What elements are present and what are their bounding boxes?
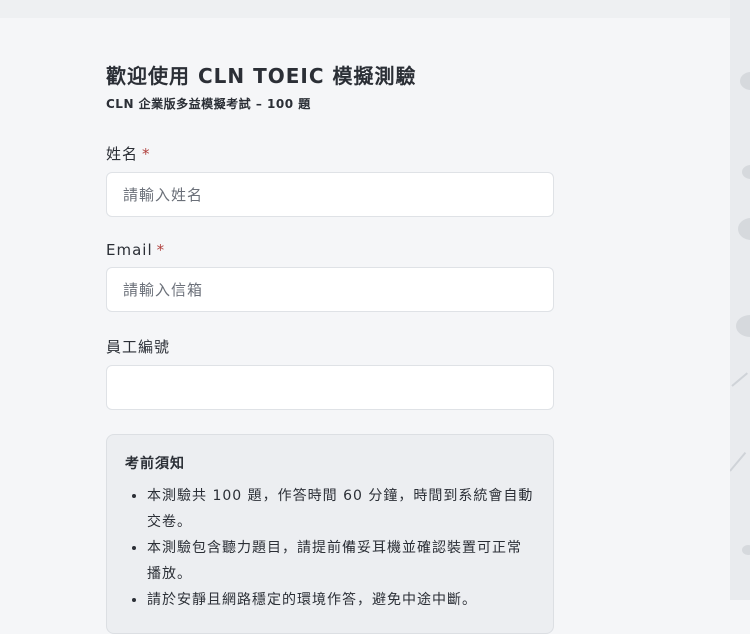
employee-id-input[interactable] — [106, 365, 554, 410]
notice-title: 考前須知 — [125, 456, 185, 472]
employee-id-field-group: 員工編號 — [106, 336, 554, 410]
email-label-text: Email — [106, 241, 153, 259]
email-field-group: Email * — [106, 241, 554, 312]
email-label: Email * — [106, 241, 554, 259]
name-input[interactable] — [106, 172, 554, 217]
registration-form: 歡迎使用 CLN TOEIC 模擬測驗 CLN 企業版多益模擬考試 – 100 … — [106, 60, 554, 410]
notice-item: 請於安靜且網路穩定的環境作答，避免中途中斷。 — [147, 587, 535, 613]
required-mark: * — [142, 145, 151, 163]
exam-notice-box: 考前須知 本測驗共 100 題，作答時間 60 分鐘，時間到系統會自動交卷。 本… — [106, 434, 554, 634]
employee-id-label: 員工編號 — [106, 338, 171, 356]
top-bar — [0, 0, 730, 18]
notice-item: 本測驗共 100 題，作答時間 60 分鐘，時間到系統會自動交卷。 — [147, 483, 535, 535]
notice-list: 本測驗共 100 題，作答時間 60 分鐘，時間到系統會自動交卷。 本測驗包含聽… — [125, 483, 535, 613]
name-field-group: 姓名 * — [106, 143, 554, 217]
page-title: 歡迎使用 CLN TOEIC 模擬測驗 — [106, 64, 417, 88]
name-label: 姓名 * — [106, 143, 554, 164]
name-label-text: 姓名 — [106, 145, 139, 163]
notice-item: 本測驗包含聽力題目，請提前備妥耳機並確認裝置可正常播放。 — [147, 535, 535, 587]
page-subtitle: CLN 企業版多益模擬考試 – 100 題 — [106, 97, 311, 111]
required-mark: * — [156, 241, 166, 259]
background-decoration — [730, 0, 750, 600]
email-input[interactable] — [106, 267, 554, 312]
